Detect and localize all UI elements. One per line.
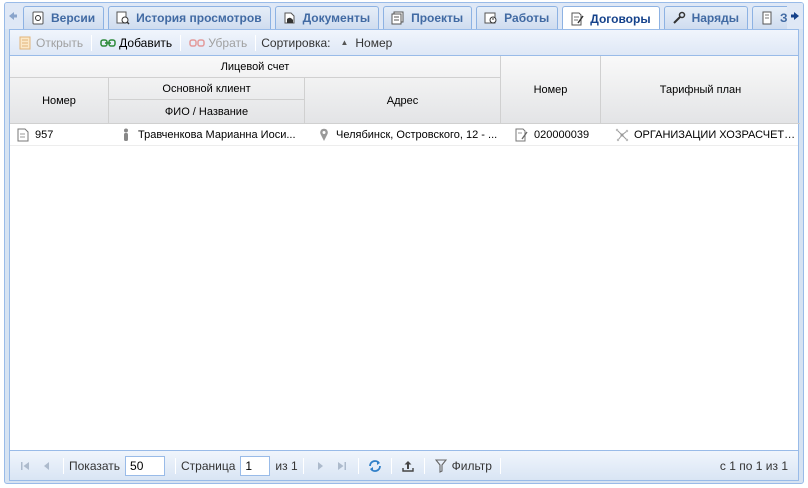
filter-icon [433,458,449,473]
account-icon [16,128,30,142]
paging-toolbar: Показать Страница из 1 [10,450,798,480]
refresh-button[interactable] [364,455,386,477]
sort-field-label: Номер [355,35,393,50]
toolbar-separator [255,34,257,51]
remove-button[interactable]: Убрать [186,32,250,54]
export-button[interactable] [397,455,419,477]
pager-separator [499,457,501,474]
add-label: Добавить [119,35,173,50]
remove-label: Убрать [208,35,248,50]
tab-documents[interactable]: Документы [274,6,380,29]
tab-versions[interactable]: Версии [23,6,105,29]
contract-doc-icon [515,128,529,142]
page-size-label: Показать [69,458,121,473]
grid-header: Лицевой счет Номер Основной клиент ФИО /… [10,56,800,124]
first-page-icon [21,461,29,470]
column-header-number[interactable]: Номер [10,78,109,124]
tab-list: Версии История просмотров Документы Прое… [23,6,797,30]
pager-separator [302,457,304,474]
contracts-panel: Открыть Добавить Убрать Сортировка: ▲ Но… [9,29,800,481]
column-group-client: Основной клиент [109,78,305,100]
column-header-name[interactable]: ФИО / Название [109,100,305,124]
paging-info: с 1 по 1 из 1 [719,459,788,473]
open-icon [17,36,33,50]
tab-label: История просмотров [136,11,262,25]
toolbar-separator [91,34,93,51]
location-pin-icon [317,128,331,142]
tab-label: Наряды [691,11,739,25]
last-page-button[interactable] [331,455,353,477]
tab-strip: Версии История просмотров Документы Прое… [5,3,803,30]
pager-separator [357,457,359,474]
cell-tariff: ОРГАНИЗАЦИИ ХОЗРАСЧЕТНЫЕ [601,124,800,146]
page-size-input[interactable] [125,455,166,476]
tab-panel-frame: Версии История просмотров Документы Прое… [4,2,804,484]
arrow-right-icon [791,12,799,20]
prev-page-icon [44,461,49,470]
filter-button[interactable]: Фильтр [430,455,495,477]
pager-separator [63,457,64,474]
person-icon [119,128,133,142]
grid-toolbar: Открыть Добавить Убрать Сортировка: ▲ Но… [10,30,798,56]
more-icon [759,11,775,25]
pager-separator [390,457,392,474]
page-label: Страница [181,458,236,473]
documents-icon [282,11,298,25]
cell-client-name: Травченкова Марианна Иоси... [109,124,305,146]
column-group-account: Лицевой счет [10,56,501,78]
link-add-icon [100,36,116,50]
grid-body: 957 Травченкова Марианна Иоси... Челябин… [10,124,800,450]
tab-scroll-right-button[interactable] [787,3,803,29]
pager-separator [423,457,425,474]
sort-label: Сортировка: [261,35,331,50]
next-page-icon [317,461,323,470]
refresh-icon [368,459,381,472]
cell-contract-number: 020000039 [501,124,601,146]
tab-label: Версии [51,11,96,25]
first-page-button[interactable] [14,455,36,477]
cell-address: Челябинск, Островского, 12 - ... [305,124,501,146]
toolbar-separator [180,34,182,51]
tab-label: Проекты [411,11,464,25]
tab-projects[interactable]: Проекты [383,6,473,29]
tab-label: Работы [504,11,550,25]
cell-account-number: 957 [10,124,109,146]
sort-asc-icon: ▲ [340,38,349,47]
sort-number-button[interactable]: ▲ Номер [340,36,392,50]
arrow-left-icon [9,12,17,20]
tab-scroll-left-button[interactable] [5,3,21,29]
table-row[interactable]: 957 Травченкова Марианна Иоси... Челябин… [10,124,800,146]
page-number-input[interactable] [240,455,271,476]
tab-orders[interactable]: Наряды [663,6,748,29]
tab-label: Документы [302,11,371,25]
tab-works[interactable]: Работы [476,6,559,29]
contracts-icon [569,12,585,26]
projects-icon [390,11,406,25]
export-icon [401,460,414,472]
pager-separator [175,457,177,474]
add-button[interactable]: Добавить [97,32,175,54]
last-page-icon [337,461,346,470]
orders-icon [671,11,687,25]
tariff-network-icon [615,128,629,142]
column-header-contract-number[interactable]: Номер [501,56,601,124]
column-header-tariff[interactable]: Тарифный план [601,56,800,124]
next-page-button[interactable] [309,455,331,477]
tab-history[interactable]: История просмотров [108,6,271,29]
filter-label: Фильтр [451,458,492,473]
prev-page-button[interactable] [36,455,58,477]
open-button[interactable]: Открыть [14,32,86,54]
version-icon [30,11,46,25]
works-icon [483,11,499,25]
tab-label: Договоры [590,11,651,26]
page-count-label: из 1 [275,458,298,473]
column-header-address[interactable]: Адрес [305,78,501,124]
tab-contracts[interactable]: Договоры [562,6,660,30]
open-label: Открыть [36,35,84,50]
history-icon [115,11,131,25]
link-remove-icon [189,36,205,50]
